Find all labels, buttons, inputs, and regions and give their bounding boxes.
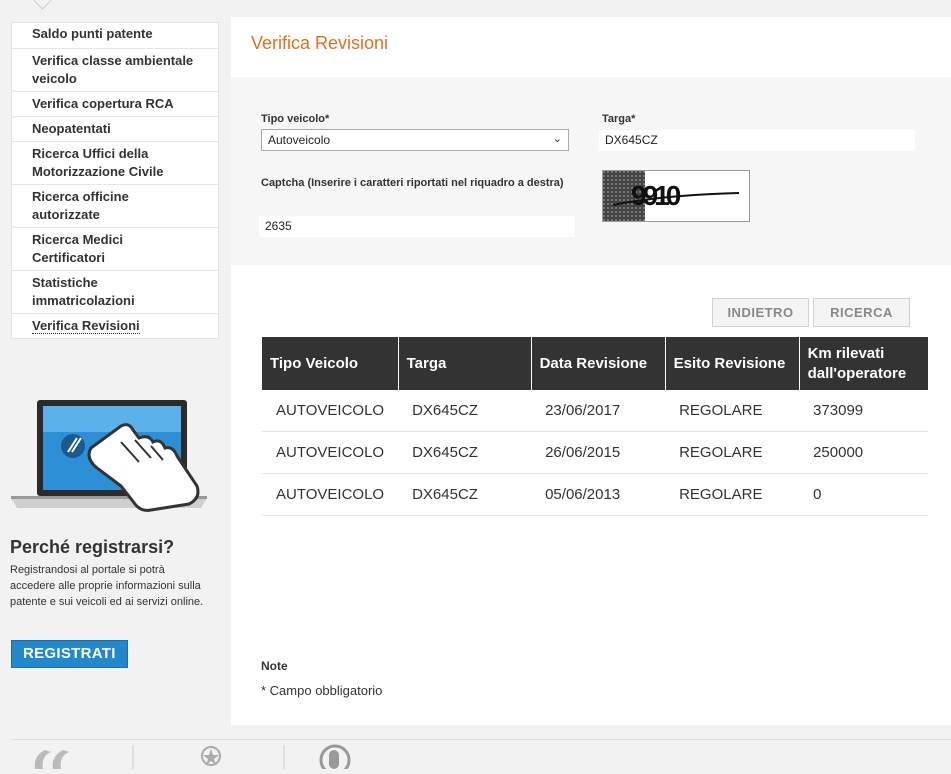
- ricerca-button[interactable]: RICERCA: [813, 298, 910, 327]
- portal-logo-icon: [319, 744, 351, 774]
- chevron-down-icon: ⌄: [552, 133, 562, 145]
- captcha-input[interactable]: 2635: [259, 216, 575, 237]
- cell-tipo: AUTOVEICOLO: [262, 431, 399, 474]
- cell-km: 0: [799, 473, 928, 516]
- col-tipo-veicolo: Tipo Veicolo: [262, 337, 399, 390]
- sidebar-item-classe-ambientale[interactable]: Verifica classe ambientale veicolo: [12, 49, 218, 92]
- cell-esito: REGOLARE: [665, 473, 800, 516]
- cell-targa: DX645CZ: [398, 390, 532, 432]
- table-header-row: Tipo Veicolo Targa Data Revisione Esito …: [262, 337, 928, 390]
- cell-esito: REGOLARE: [665, 390, 800, 432]
- sidebar-item-statistiche[interactable]: Statistiche immatricolazioni: [12, 271, 218, 314]
- sidebar-item-medici[interactable]: Ricerca Medici Certificatori: [12, 228, 218, 271]
- emblem-icon: [201, 746, 221, 766]
- laptop-hand-illustration: [11, 398, 211, 514]
- targa-input[interactable]: DX645CZ: [599, 130, 915, 151]
- results-table: Tipo Veicolo Targa Data Revisione Esito …: [262, 337, 928, 516]
- indietro-button[interactable]: INDIETRO: [712, 298, 809, 327]
- partner-logo-icon: [34, 750, 69, 769]
- captcha-image: 9910: [602, 170, 750, 222]
- cell-tipo: AUTOVEICOLO: [262, 473, 399, 516]
- targa-label: Targa*: [602, 113, 636, 125]
- sidebar-item-saldo-punti[interactable]: Saldo punti patente: [12, 23, 218, 49]
- cell-data: 26/06/2015: [531, 431, 666, 474]
- col-esito-revisione: Esito Revisione: [665, 337, 800, 390]
- footer-logos: [11, 739, 951, 774]
- sidebar-item-officine[interactable]: Ricerca officine autorizzate: [12, 185, 218, 228]
- tipo-veicolo-select[interactable]: Autoveicolo ⌄: [261, 129, 569, 151]
- cell-esito: REGOLARE: [665, 431, 800, 474]
- cell-km: 250000: [799, 431, 928, 474]
- top-caret: [33, 0, 52, 10]
- cell-tipo: AUTOVEICOLO: [262, 390, 399, 432]
- table-row: AUTOVEICOLO DX645CZ 23/06/2017 REGOLARE …: [262, 390, 928, 432]
- cell-targa: DX645CZ: [398, 431, 532, 474]
- cell-targa: DX645CZ: [398, 473, 532, 516]
- col-km-rilevati: Km rilevati dall'operatore: [799, 337, 928, 390]
- main-panel: Verifica Revisioni Tipo veicolo* Autovei…: [231, 17, 951, 725]
- cell-km: 373099: [799, 390, 928, 432]
- note-text: * Campo obbligatorio: [261, 683, 383, 698]
- col-data-revisione: Data Revisione: [531, 337, 666, 390]
- svg-text:9910: 9910: [631, 180, 681, 211]
- note-title: Note: [261, 659, 288, 673]
- register-button[interactable]: REGISTRATI: [11, 640, 128, 668]
- why-register-text: Registrandosi al portale si potrà accede…: [10, 564, 204, 608]
- table-row: AUTOVEICOLO DX645CZ 26/06/2015 REGOLARE …: [262, 431, 928, 474]
- table-row: AUTOVEICOLO DX645CZ 05/06/2013 REGOLARE …: [262, 473, 928, 516]
- why-register-box: Perché registrarsi? Registrandosi al por…: [10, 537, 210, 610]
- captcha-label: Captcha (Inserire i caratteri riportati …: [261, 177, 564, 189]
- sidebar-item-copertura-rca[interactable]: Verifica copertura RCA: [12, 92, 218, 117]
- sidebar-item-neopatentati[interactable]: Neopatentati: [12, 117, 218, 142]
- sidebar-menu: Saldo punti patente Verifica classe ambi…: [11, 22, 219, 339]
- col-targa: Targa: [398, 337, 532, 390]
- cell-data: 23/06/2017: [531, 390, 666, 432]
- why-register-title: Perché registrarsi?: [10, 537, 175, 557]
- sidebar-item-verifica-revisioni[interactable]: Verifica Revisioni: [12, 314, 218, 338]
- cell-data: 05/06/2013: [531, 473, 666, 516]
- sidebar-item-uffici-motorizzazione[interactable]: Ricerca Uffici della Motorizzazione Civi…: [12, 142, 218, 185]
- tipo-veicolo-label: Tipo veicolo*: [261, 113, 330, 125]
- page-title: Verifica Revisioni: [251, 33, 389, 53]
